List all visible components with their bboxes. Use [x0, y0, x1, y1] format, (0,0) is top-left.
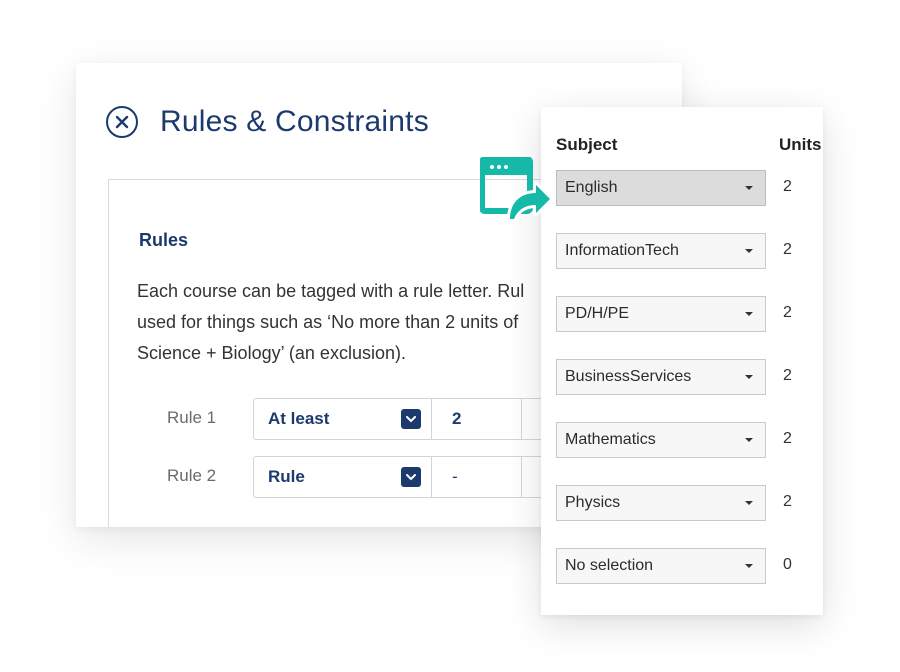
subject-row: PD/H/PE 2 — [556, 296, 816, 332]
rules-heading: Rules — [139, 230, 189, 250]
units-value: 2 — [783, 493, 792, 510]
close-icon[interactable] — [106, 106, 138, 138]
subject-panel: Subject Units English 2 InformationTech … — [541, 107, 823, 615]
open-in-new-window-icon — [479, 156, 555, 222]
subject-value: Mathematics — [565, 431, 656, 448]
caret-down-icon — [745, 438, 753, 442]
page-title: Rules & Constraints — [160, 105, 429, 138]
rule-2-units-input[interactable]: - — [432, 457, 522, 497]
subject-select[interactable]: Physics — [556, 485, 766, 521]
rule-1-type-select[interactable]: At least — [254, 399, 432, 439]
subject-row: No selection 0 — [556, 548, 816, 584]
subject-select[interactable]: Mathematics — [556, 422, 766, 458]
subject-value: No selection — [565, 557, 654, 574]
chevron-down-icon[interactable] — [401, 409, 421, 429]
units-value: 2 — [783, 367, 792, 384]
subject-row: English 2 — [556, 170, 816, 206]
units-value: 0 — [783, 556, 792, 573]
subject-select[interactable]: InformationTech — [556, 233, 766, 269]
subject-column-header: Subject — [556, 135, 618, 154]
subject-row: BusinessServices 2 — [556, 359, 816, 395]
chevron-down-icon[interactable] — [401, 467, 421, 487]
caret-down-icon — [745, 375, 753, 379]
caret-down-icon — [745, 501, 753, 505]
rule-2-type-value: Rule — [268, 467, 305, 486]
rule-2-type-select[interactable]: Rule — [254, 457, 432, 497]
units-column-header: Units — [779, 135, 822, 154]
rule-1-type-value: At least — [268, 409, 330, 428]
subject-value: Physics — [565, 494, 621, 511]
rule-1-units-input[interactable]: 2 — [432, 399, 522, 439]
subject-select[interactable]: PD/H/PE — [556, 296, 766, 332]
subject-value: BusinessServices — [565, 368, 692, 385]
rule-2-label: Rule 2 — [167, 466, 217, 485]
rule-1-label: Rule 1 — [167, 408, 217, 427]
caret-down-icon — [745, 186, 753, 190]
units-value: 2 — [783, 430, 792, 447]
subject-value: English — [565, 179, 618, 196]
subject-row: InformationTech 2 — [556, 233, 816, 269]
subject-value: PD/H/PE — [565, 305, 630, 322]
subject-row: Mathematics 2 — [556, 422, 816, 458]
subject-select[interactable]: No selection — [556, 548, 766, 584]
units-value: 2 — [783, 241, 792, 258]
caret-down-icon — [745, 249, 753, 253]
subject-value: InformationTech — [565, 242, 679, 259]
caret-down-icon — [745, 564, 753, 568]
caret-down-icon — [745, 312, 753, 316]
subject-row: Physics 2 — [556, 485, 816, 521]
card-header: Rules & Constraints — [106, 105, 429, 139]
units-value: 2 — [783, 178, 792, 195]
units-value: 2 — [783, 304, 792, 321]
subject-select[interactable]: BusinessServices — [556, 359, 766, 395]
subject-select[interactable]: English — [556, 170, 766, 206]
